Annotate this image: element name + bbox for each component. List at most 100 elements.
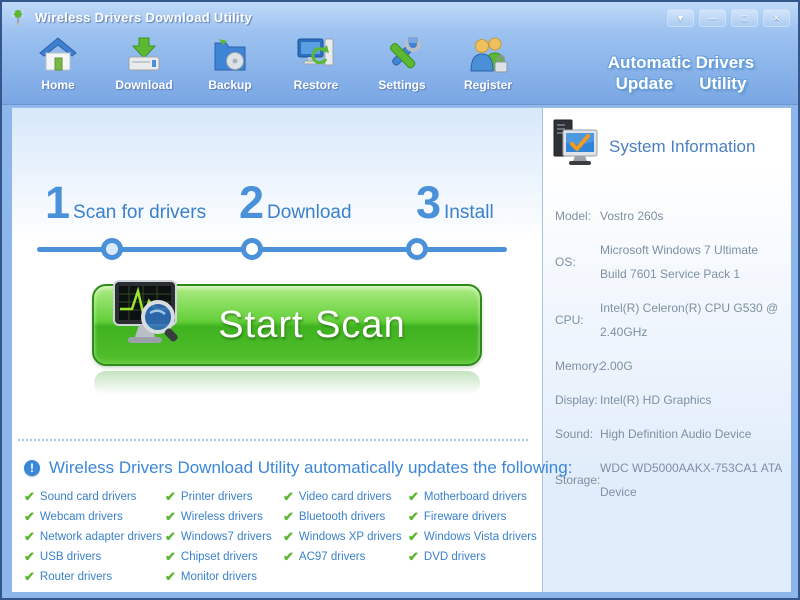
- step-scan: 1 Scan for drivers: [45, 180, 206, 225]
- driver-label: DVD drivers: [424, 551, 486, 563]
- check-icon: ✔: [24, 570, 35, 583]
- driver-item: ✔ Network adapter drivers: [24, 530, 162, 543]
- maximize-button[interactable]: □: [731, 9, 758, 27]
- driver-label: Router drivers: [40, 571, 112, 583]
- driver-column-2: ✔ Printer drivers ✔ Wireless drivers ✔ W…: [165, 490, 272, 583]
- driver-item: ✔ Windows7 drivers: [165, 530, 272, 543]
- progress-dot-2: [241, 238, 263, 260]
- computer-icon: [551, 118, 599, 175]
- maximize-icon: □: [742, 13, 747, 23]
- check-icon: ✔: [408, 510, 419, 523]
- window-title: Wireless Drivers Download Utility: [35, 10, 252, 25]
- app-logo-icon: [10, 8, 26, 26]
- toolbar-item-settings[interactable]: Settings: [370, 35, 434, 92]
- step-label: Download: [267, 202, 352, 224]
- check-icon: ✔: [283, 490, 294, 503]
- toolbar-item-download[interactable]: Download: [112, 35, 176, 92]
- toolbar-item-restore[interactable]: Restore: [284, 35, 348, 92]
- check-icon: ✔: [283, 550, 294, 563]
- toolbar-item-register[interactable]: Register: [456, 35, 520, 92]
- driver-label: Windows7 drivers: [181, 531, 272, 543]
- driver-label: Wireless drivers: [181, 511, 263, 523]
- system-info-header: System Information: [551, 118, 755, 175]
- driver-label: Printer drivers: [181, 491, 253, 503]
- driver-item: ✔ Printer drivers: [165, 490, 272, 503]
- tagline: Automatic Drivers Update Utility: [586, 52, 776, 94]
- close-icon: ✕: [773, 13, 781, 23]
- scan-monitor-icon: [106, 279, 184, 363]
- check-icon: ✔: [24, 510, 35, 523]
- system-info-panel: System Information Model: Vostro 260s OS…: [542, 108, 791, 592]
- start-scan-label: Start Scan: [218, 304, 405, 347]
- app-window: Wireless Drivers Download Utility ▼ — □ …: [0, 0, 800, 600]
- driver-label: USB drivers: [40, 551, 101, 563]
- system-info-row: OS: Microsoft Windows 7 Ultimate Build 7…: [555, 238, 787, 286]
- system-info-label: Display:: [555, 388, 600, 412]
- check-icon: ✔: [165, 570, 176, 583]
- home-icon: [38, 35, 78, 75]
- driver-item: ✔ Chipset drivers: [165, 550, 272, 563]
- system-info-value: High Definition Audio Device: [600, 422, 787, 446]
- toolbar-item-backup[interactable]: Backup: [198, 35, 262, 92]
- check-icon: ✔: [408, 550, 419, 563]
- driver-item: ✔ Motherboard drivers: [408, 490, 537, 503]
- driver-label: Sound card drivers: [40, 491, 137, 503]
- driver-label: AC97 drivers: [299, 551, 365, 563]
- register-icon: [468, 35, 508, 75]
- toolbar-label: Home: [41, 78, 74, 92]
- driver-item: ✔ Sound card drivers: [24, 490, 162, 503]
- check-icon: ✔: [165, 510, 176, 523]
- system-info-value: WDC WD5000AAKX-753CA1 ATA Device: [600, 456, 787, 504]
- step-number: 1: [45, 180, 70, 225]
- check-icon: ✔: [408, 490, 419, 503]
- close-button[interactable]: ✕: [763, 9, 790, 27]
- system-info-row: Sound: High Definition Audio Device: [555, 422, 787, 446]
- system-info-value: 2.00G: [600, 354, 787, 378]
- backup-icon: [210, 35, 250, 75]
- step-label: Scan for drivers: [73, 202, 206, 224]
- header-band: Wireless Drivers Download Utility ▼ — □ …: [2, 2, 798, 105]
- driver-item: ✔ Bluetooth drivers: [283, 510, 402, 523]
- toolbar-label: Backup: [208, 78, 251, 92]
- collapse-icon: ▼: [676, 13, 685, 23]
- step-download: 2 Download: [239, 180, 352, 225]
- start-scan-button[interactable]: Start Scan: [92, 284, 482, 366]
- tagline-line2-right: Utility: [699, 73, 746, 94]
- system-info-value: Intel(R) HD Graphics: [600, 388, 787, 412]
- check-icon: ✔: [165, 490, 176, 503]
- toolbar-label: Register: [464, 78, 512, 92]
- system-info-value: Vostro 260s: [600, 204, 787, 228]
- system-info-label: Sound:: [555, 422, 600, 446]
- system-info-value: Intel(R) Celeron(R) CPU G530 @ 2.40GHz: [600, 296, 787, 344]
- toolbar-item-home[interactable]: Home: [26, 35, 90, 92]
- check-icon: ✔: [283, 530, 294, 543]
- tagline-line2-left: Update: [616, 73, 674, 94]
- driver-column-4: ✔ Motherboard drivers ✔ Fireware drivers…: [408, 490, 537, 563]
- driver-label: Windows Vista drivers: [424, 531, 537, 543]
- system-info-label: OS:: [555, 238, 600, 286]
- system-info-row: Storage: WDC WD5000AAKX-753CA1 ATA Devic…: [555, 456, 787, 504]
- driver-item: ✔ Windows XP drivers: [283, 530, 402, 543]
- tagline-line1: Automatic Drivers: [586, 52, 776, 73]
- driver-item: ✔ Windows Vista drivers: [408, 530, 537, 543]
- driver-item: ✔ Router drivers: [24, 570, 162, 583]
- driver-label: Monitor drivers: [181, 571, 257, 583]
- driver-item: ✔ Monitor drivers: [165, 570, 272, 583]
- check-icon: ✔: [24, 490, 35, 503]
- check-icon: ✔: [283, 510, 294, 523]
- driver-item: ✔ Video card drivers: [283, 490, 402, 503]
- minimize-button[interactable]: —: [699, 9, 726, 27]
- system-info-row: Memory: 2.00G: [555, 354, 787, 378]
- step-install: 3 Install: [416, 180, 494, 225]
- progress-dot-3: [406, 238, 428, 260]
- check-icon: ✔: [408, 530, 419, 543]
- driver-label: Video card drivers: [299, 491, 391, 503]
- download-icon: [124, 35, 164, 75]
- minimize-icon: —: [708, 13, 717, 23]
- driver-column-3: ✔ Video card drivers ✔ Bluetooth drivers…: [283, 490, 402, 563]
- info-text: Wireless Drivers Download Utility automa…: [49, 458, 572, 478]
- system-info-label: CPU:: [555, 296, 600, 344]
- system-info-rows: Model: Vostro 260s OS: Microsoft Windows…: [555, 204, 787, 514]
- toolbar-label: Download: [115, 78, 172, 92]
- collapse-button[interactable]: ▼: [667, 9, 694, 27]
